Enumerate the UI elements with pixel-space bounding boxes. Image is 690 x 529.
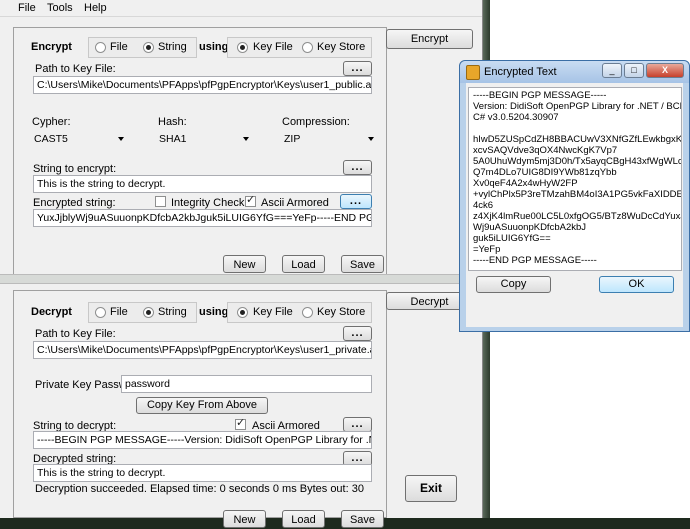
decrypt-source-file-radio[interactable]	[95, 307, 106, 318]
decrypt-path-label: Path to Key File:	[35, 328, 116, 340]
encrypt-source-file-radio[interactable]	[95, 42, 106, 53]
menu-bar: File Tools Help	[0, 0, 482, 16]
menu-file[interactable]: File	[18, 2, 36, 14]
encrypt-ascii-armored-checkbox[interactable]	[245, 194, 256, 207]
string-to-encrypt-browse-button[interactable]: ...	[343, 160, 372, 175]
decrypt-source-frame: File String	[88, 302, 197, 323]
hash-value: SHA1	[159, 133, 187, 145]
encrypt-save-button[interactable]: Save	[341, 255, 384, 273]
minimize-button[interactable]: _	[602, 63, 622, 78]
encrypted-text-titlebar[interactable]: Encrypted Text _ □ X	[460, 61, 689, 83]
copy-button[interactable]: Copy	[476, 276, 551, 293]
hash-chevron-down-icon	[243, 137, 249, 141]
decrypt-key-store-label: Key Store	[317, 306, 366, 318]
encrypt-source-frame: File String	[88, 37, 197, 58]
menu-tools[interactable]: Tools	[47, 2, 73, 14]
encrypt-using-label: using	[199, 41, 229, 53]
cypher-chevron-down-icon	[118, 137, 124, 141]
string-to-decrypt-input[interactable]: -----BEGIN PGP MESSAGE-----Version: Didi…	[33, 431, 372, 449]
encrypt-group: Encrypt File String using Key File Key S…	[13, 27, 387, 275]
ok-button[interactable]: OK	[599, 276, 674, 293]
encrypt-source-string-label: String	[158, 41, 187, 53]
decrypt-source-string-radio[interactable]	[143, 307, 154, 318]
decrypt-new-button[interactable]: New	[223, 510, 266, 528]
encrypt-path-input[interactable]: C:\Users\Mike\Documents\PFApps\pfPgpEncr…	[33, 76, 372, 94]
integrity-check-label: Integrity Check	[171, 197, 245, 209]
encrypted-text-area[interactable]: -----BEGIN PGP MESSAGE----- Version: Did…	[468, 87, 682, 271]
encrypt-key-file-label: Key File	[253, 41, 293, 53]
decrypt-label: Decrypt	[31, 306, 72, 318]
encrypt-key-store-label: Key Store	[317, 41, 366, 53]
decrypt-using-label: using	[199, 306, 229, 318]
cypher-value: CAST5	[34, 133, 68, 145]
copy-key-from-above-button[interactable]: Copy Key From Above	[136, 397, 268, 414]
private-key-password-input[interactable]: password	[121, 375, 372, 393]
encrypt-ascii-armored-label: Ascii Armored	[261, 197, 329, 209]
string-to-decrypt-browse-button[interactable]: ...	[343, 417, 372, 432]
hash-select[interactable]: SHA1	[156, 131, 253, 149]
encrypted-text-window: Encrypted Text _ □ X -----BEGIN PGP MESS…	[459, 60, 690, 332]
decrypt-group: Decrypt File String using Key File Key S…	[13, 290, 387, 528]
compression-select[interactable]: ZIP	[281, 131, 378, 149]
decrypt-load-button[interactable]: Load	[282, 510, 325, 528]
decrypt-key-store-radio[interactable]	[302, 307, 313, 318]
close-button[interactable]: X	[646, 63, 684, 78]
decrypt-path-browse-button[interactable]: ...	[343, 326, 372, 341]
encrypted-string-label: Encrypted string:	[33, 197, 116, 209]
section-divider	[0, 274, 482, 284]
decrypt-status-text: Decryption succeeded. Elapsed time: 0 se…	[35, 483, 364, 495]
encrypted-string-output[interactable]: YuxJjblyWj9uASuuonpKDfcbA2kbJguk5iLUIG6Y…	[33, 209, 372, 227]
decrypt-key-file-radio[interactable]	[237, 307, 248, 318]
decrypt-path-input[interactable]: C:\Users\Mike\Documents\PFApps\pfPgpEncr…	[33, 341, 372, 359]
maximize-button[interactable]: □	[624, 63, 644, 78]
menu-separator	[0, 16, 482, 17]
hash-label: Hash:	[158, 116, 187, 128]
encrypted-text-title: Encrypted Text	[484, 66, 557, 78]
encrypt-key-frame: Key File Key Store	[227, 37, 372, 58]
cypher-label: Cypher:	[32, 116, 71, 128]
encrypt-key-file-radio[interactable]	[237, 42, 248, 53]
exit-button[interactable]: Exit	[405, 475, 457, 502]
main-window: File Tools Help Encrypt File String usin…	[0, 0, 483, 528]
decrypt-ascii-armored-checkbox[interactable]	[235, 417, 246, 430]
encrypt-key-store-radio[interactable]	[302, 42, 313, 53]
string-to-encrypt-input[interactable]: This is the string to decrypt.	[33, 175, 372, 193]
encrypt-load-button[interactable]: Load	[282, 255, 325, 273]
encrypt-button[interactable]: Encrypt	[386, 29, 473, 49]
encrypted-string-browse-button[interactable]: ...	[340, 194, 372, 209]
encrypted-text-body: -----BEGIN PGP MESSAGE----- Version: Did…	[466, 83, 683, 327]
compression-label: Compression:	[282, 116, 350, 128]
encrypt-source-string-radio[interactable]	[143, 42, 154, 53]
encrypt-new-button[interactable]: New	[223, 255, 266, 273]
encrypt-path-browse-button[interactable]: ...	[343, 61, 372, 76]
encrypt-source-file-label: File	[110, 41, 128, 53]
cypher-select[interactable]: CAST5	[31, 131, 128, 149]
decrypt-source-file-label: File	[110, 306, 128, 318]
compression-chevron-down-icon	[368, 137, 374, 141]
integrity-check-checkbox[interactable]	[155, 196, 166, 207]
decrypt-key-frame: Key File Key Store	[227, 302, 372, 323]
decrypt-source-string-label: String	[158, 306, 187, 318]
decrypt-save-button[interactable]: Save	[341, 510, 384, 528]
app-icon	[466, 65, 480, 80]
menu-help[interactable]: Help	[84, 2, 107, 14]
compression-value: ZIP	[284, 133, 301, 145]
encrypt-label: Encrypt	[31, 41, 72, 53]
decrypted-string-output[interactable]: This is the string to decrypt.	[33, 464, 372, 482]
string-to-encrypt-label: String to encrypt:	[33, 163, 117, 175]
decrypt-key-file-label: Key File	[253, 306, 293, 318]
encrypt-path-label: Path to Key File:	[35, 63, 116, 75]
